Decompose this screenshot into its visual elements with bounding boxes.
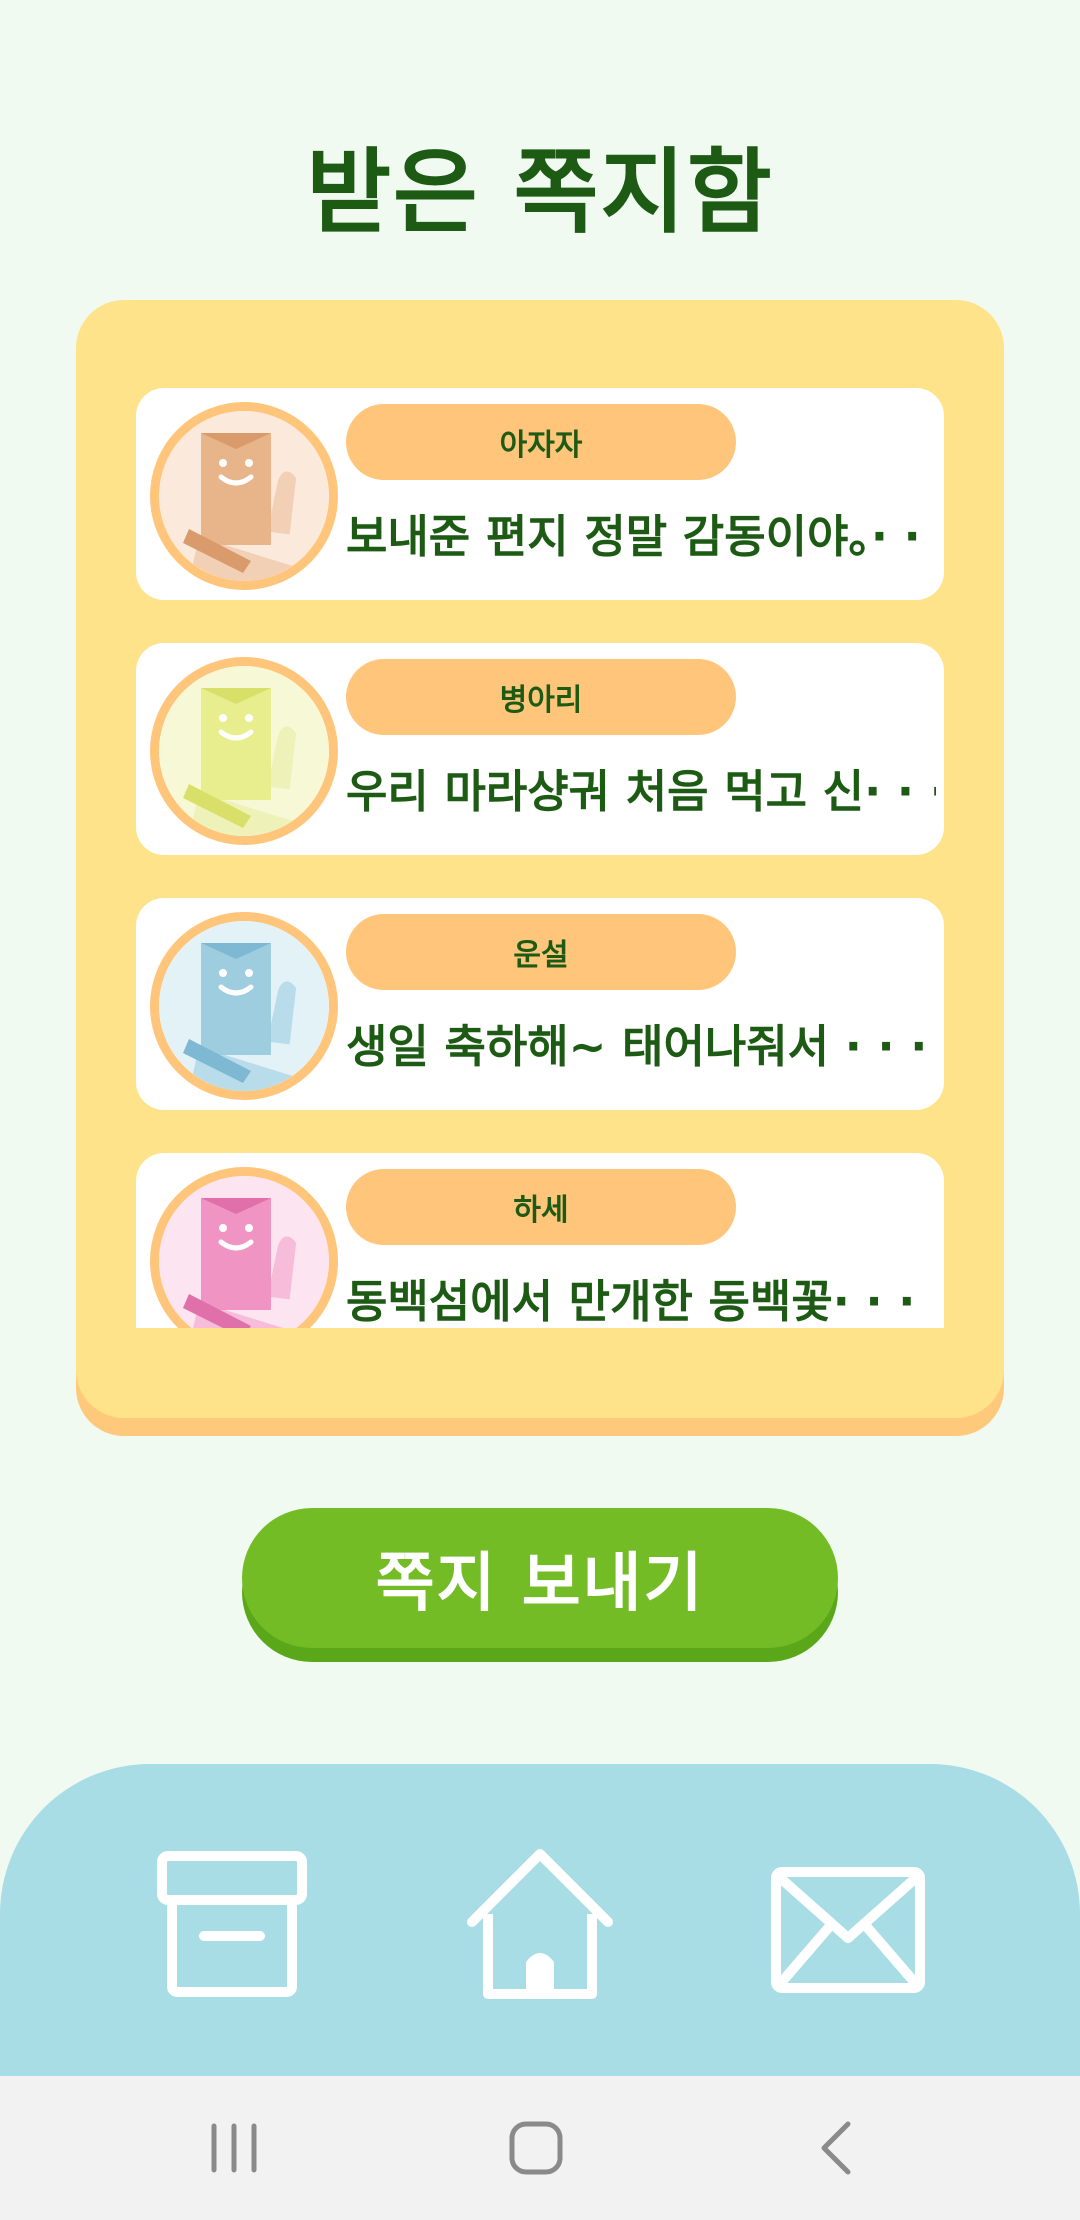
peach-envelope-character-icon: [150, 402, 338, 590]
message-preview: 동백섬에서 만개한 동백꽃· · ·: [346, 1275, 916, 1328]
archive-box-icon[interactable]: [152, 1844, 312, 2004]
message-preview: 생일 축하해~ 태어나줘서 · · ·: [346, 1020, 928, 1073]
message-item[interactable]: 운설 생일 축하해~ 태어나줘서 · · ·: [136, 898, 944, 1110]
sender-name: 아자자: [346, 404, 736, 480]
message-list[interactable]: 아자자 보내준 편지 정말 감동이야。· · · 병아리 우리 마라샹궈 처음: [136, 388, 944, 1328]
recent-apps-icon[interactable]: [202, 2116, 266, 2180]
pink-envelope-character-icon: [150, 1167, 338, 1328]
envelope-icon[interactable]: [768, 1844, 928, 2004]
inbox-panel: 아자자 보내준 편지 정말 감동이야。· · · 병아리 우리 마라샹궈 처음: [76, 300, 1004, 1418]
sender-name: 병아리: [346, 659, 736, 735]
blue-envelope-character-icon: [150, 912, 338, 1100]
bottom-nav-bar: [0, 1764, 1080, 2076]
message-item[interactable]: 병아리 우리 마라샹궈 처음 먹고 신· · ·: [136, 643, 944, 855]
yellow-envelope-character-icon: [150, 657, 338, 845]
message-item[interactable]: 하세 동백섬에서 만개한 동백꽃· · ·: [136, 1153, 944, 1328]
home-icon[interactable]: [460, 1844, 620, 2004]
back-icon[interactable]: [806, 2116, 870, 2180]
system-navigation-bar: [0, 2076, 1080, 2220]
home-button-icon[interactable]: [504, 2116, 568, 2180]
sender-name: 하세: [346, 1169, 736, 1245]
page-title: 받은 쪽지함: [306, 139, 774, 246]
message-preview: 보내준 편지 정말 감동이야。· · ·: [346, 510, 936, 563]
message-item[interactable]: 아자자 보내준 편지 정말 감동이야。· · ·: [136, 388, 944, 600]
sender-name: 운설: [346, 914, 736, 990]
send-note-button[interactable]: 쪽지 보내기: [242, 1508, 838, 1648]
message-preview: 우리 마라샹궈 처음 먹고 신· · ·: [346, 765, 936, 818]
